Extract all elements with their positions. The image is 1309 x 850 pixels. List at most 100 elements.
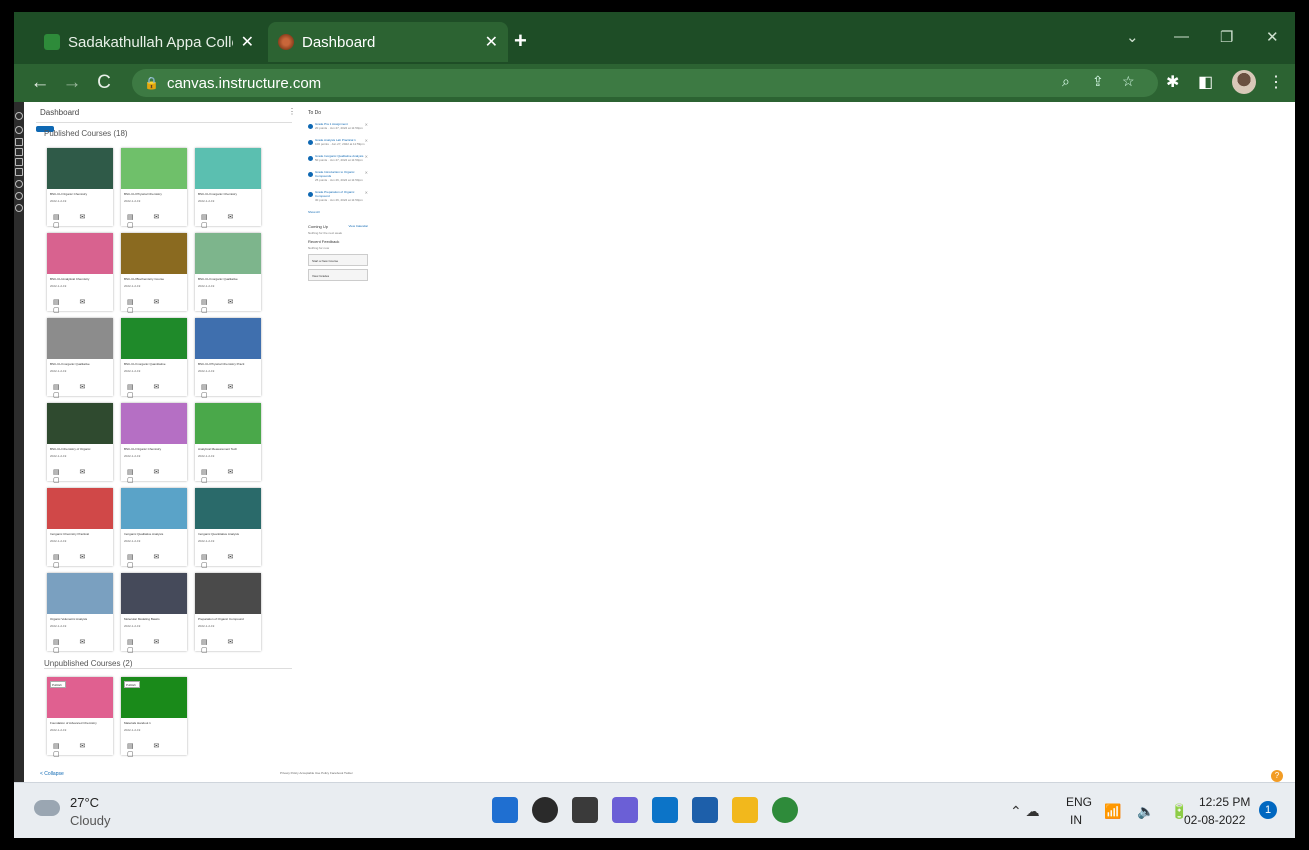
- restore-button[interactable]: ❐: [1220, 28, 1233, 46]
- collapse-link[interactable]: < Collapse: [40, 771, 64, 777]
- course-card-action-icons[interactable]: ▤ ✉ ▢: [53, 213, 113, 229]
- course-card-image[interactable]: [47, 318, 113, 359]
- view-grades-button[interactable]: View Grades: [308, 269, 368, 281]
- todo-title[interactable]: Grade Introduction to Organic Compounds: [315, 170, 368, 178]
- show-all-link[interactable]: Show All: [308, 210, 368, 214]
- nav-calendar-icon[interactable]: [15, 158, 23, 166]
- course-card[interactable]: Organic Volumetric Analysis 2022-1-2-19 ▤ …: [47, 573, 113, 654]
- help-button[interactable]: ?: [1271, 770, 1283, 782]
- course-card[interactable]: BSC-CH Physical Chemistry Practi 2022-1-2…: [195, 318, 261, 399]
- course-card-action-icons[interactable]: ▤ ✉ ▢: [201, 553, 261, 569]
- course-card-action-icons[interactable]: ▤ ✉ ▢: [53, 742, 113, 758]
- course-card-image[interactable]: [47, 233, 113, 274]
- course-card-action-icons[interactable]: ▤ ✉ ▢: [127, 638, 187, 654]
- course-name[interactable]: BSC-CH Physical Chemistry Practi: [195, 359, 261, 369]
- taskbar-task-view-icon[interactable]: [572, 797, 598, 823]
- nav-account-icon[interactable]: [15, 112, 23, 120]
- course-card-image[interactable]: [121, 403, 187, 444]
- course-card-action-icons[interactable]: ▤ ✉ ▢: [201, 638, 261, 654]
- course-name[interactable]: BSC-CH Inorganic Quantitative: [121, 359, 187, 369]
- course-card-image[interactable]: [47, 488, 113, 529]
- new-tab-button[interactable]: +: [514, 28, 527, 54]
- course-card[interactable]: BSC-CH Organic Chemistry 2022-1-2-19 ▤ ✉ ▢: [47, 148, 113, 229]
- course-card[interactable]: BSC-CH Physical Chemistry 2022-1-2-19 ▤ ✉ …: [121, 148, 187, 229]
- region-indicator[interactable]: IN: [1070, 813, 1082, 827]
- weather-cloud-icon[interactable]: [34, 800, 60, 816]
- clock-time[interactable]: 12:25 PM: [1199, 795, 1250, 809]
- nav-help-icon[interactable]: [15, 204, 23, 212]
- course-card-action-icons[interactable]: ▤ ✉ ▢: [127, 742, 187, 758]
- course-card-action-icons[interactable]: ▤ ✉ ▢: [201, 468, 261, 484]
- minimize-button[interactable]: —: [1174, 28, 1189, 45]
- taskbar-mail-icon[interactable]: [652, 797, 678, 823]
- course-name[interactable]: BSC-CH Biochemistry Course: [121, 274, 187, 284]
- course-name[interactable]: BSC-CH Inorganic Qualitative: [195, 274, 261, 284]
- course-card-image[interactable]: [121, 148, 187, 189]
- dismiss-icon[interactable]: ✕: [365, 154, 368, 159]
- start-new-course-button[interactable]: Start a New Course: [308, 254, 368, 266]
- view-calendar-link[interactable]: View Calendar: [349, 224, 368, 228]
- dashboard-options-icon[interactable]: ⋮: [288, 107, 296, 116]
- course-name[interactable]: BSC-CH Chemistry of Organic: [47, 444, 113, 454]
- tray-overflow-icon[interactable]: ⌃ ☁: [1010, 803, 1040, 820]
- course-card-action-icons[interactable]: ▤ ✉ ▢: [201, 383, 261, 399]
- todo-item[interactable]: Grade Introduction to Organic Compounds 2…: [308, 170, 368, 182]
- profile-avatar[interactable]: [1232, 70, 1256, 94]
- course-card-image[interactable]: [47, 148, 113, 189]
- course-name[interactable]: Inorganic Chemistry Practical: [47, 529, 113, 539]
- course-card-action-icons[interactable]: ▤ ✉ ▢: [53, 638, 113, 654]
- course-card[interactable]: Molecular Modeling Basics 2022-1-2-19 ▤ ✉ …: [121, 573, 187, 654]
- course-card-image[interactable]: [195, 148, 261, 189]
- course-card[interactable]: Publish Foundation of Advanced Chemistry 2…: [47, 677, 113, 758]
- course-name[interactable]: Inorganic Quantitative Analysis: [195, 529, 261, 539]
- course-name[interactable]: Materials Handout 1: [121, 718, 187, 728]
- url-bar[interactable]: 🔒 canvas.instructure.com: [132, 69, 1158, 97]
- course-card-action-icons[interactable]: ▤ ✉ ▢: [53, 553, 113, 569]
- taskbar-chrome-icon[interactable]: [772, 797, 798, 823]
- publish-tag[interactable]: Publish: [50, 681, 66, 688]
- course-card-action-icons[interactable]: ▤ ✉ ▢: [201, 213, 261, 229]
- todo-item[interactable]: Grade Pra 1 Assignment 20 points · Jun 27…: [308, 122, 368, 130]
- zoom-icon[interactable]: ⌕: [1062, 73, 1070, 90]
- course-card-image[interactable]: [195, 488, 261, 529]
- course-card[interactable]: BSC-CH Inorganic Qualitative 2022-1-2-19 ▤…: [195, 233, 261, 314]
- dismiss-icon[interactable]: ✕: [365, 138, 368, 143]
- course-name[interactable]: Organic Volumetric Analysis: [47, 614, 113, 624]
- course-card[interactable]: BSC-CH Inorganic Qualitative 2022-1-2-19 ▤…: [47, 318, 113, 399]
- forward-button[interactable]: →: [56, 72, 88, 94]
- course-card[interactable]: BSC-CH Analytical Chemistry 2022-1-2-19 ▤ …: [47, 233, 113, 314]
- weather-condition[interactable]: Cloudy: [70, 813, 110, 828]
- dismiss-icon[interactable]: ✕: [365, 190, 368, 195]
- language-indicator[interactable]: ENG: [1066, 795, 1092, 809]
- course-name[interactable]: BSC-CH Organic Chemistry: [47, 189, 113, 199]
- course-name[interactable]: BSC-CH Analytical Chemistry: [47, 274, 113, 284]
- nav-commons-icon[interactable]: [15, 192, 23, 200]
- browser-menu-icon[interactable]: ⋮: [1268, 72, 1284, 92]
- taskbar-start-icon[interactable]: [492, 797, 518, 823]
- clock-date[interactable]: 02-08-2022: [1184, 813, 1245, 827]
- side-panel-icon[interactable]: ◧: [1198, 72, 1213, 92]
- share-icon[interactable]: ⇪: [1092, 73, 1104, 90]
- course-name[interactable]: Analytical Measurement Tech: [195, 444, 261, 454]
- course-name[interactable]: Preparation of Organic Compound: [195, 614, 261, 624]
- course-name[interactable]: BSC-CH Organic Chemistry: [121, 444, 187, 454]
- course-name[interactable]: Foundation of Advanced Chemistry: [47, 718, 113, 728]
- taskbar-search-icon[interactable]: [532, 797, 558, 823]
- todo-item[interactable]: Grade Preparation of Organic Compound 30 …: [308, 190, 368, 202]
- course-card-image[interactable]: [121, 488, 187, 529]
- close-window-button[interactable]: ✕: [1266, 28, 1279, 46]
- tab-close-icon[interactable]: ✕: [485, 32, 498, 52]
- course-card[interactable]: Inorganic Qualitative Analysis 2022-1-2-1…: [121, 488, 187, 569]
- course-card[interactable]: Analytical Measurement Tech 2022-1-2-19 ▤ …: [195, 403, 261, 484]
- notification-badge[interactable]: 1: [1259, 801, 1277, 819]
- course-card-image[interactable]: [121, 318, 187, 359]
- course-card[interactable]: Preparation of Organic Compound 2022-1-2-…: [195, 573, 261, 654]
- course-card[interactable]: BSC-CH Organic Chemistry 2022-1-2-19 ▤ ✉ ▢: [121, 403, 187, 484]
- course-name[interactable]: BSC-CH Physical Chemistry: [121, 189, 187, 199]
- nav-courses-icon[interactable]: [15, 148, 23, 156]
- weather-temperature[interactable]: 27°C: [70, 795, 99, 810]
- taskbar-chat-icon[interactable]: [612, 797, 638, 823]
- course-card[interactable]: Inorganic Chemistry Practical 2022-1-2-19…: [47, 488, 113, 569]
- course-card[interactable]: BSC-CH Inorganic Quantitative 2022-1-2-19…: [121, 318, 187, 399]
- course-card-action-icons[interactable]: ▤ ✉ ▢: [127, 298, 187, 314]
